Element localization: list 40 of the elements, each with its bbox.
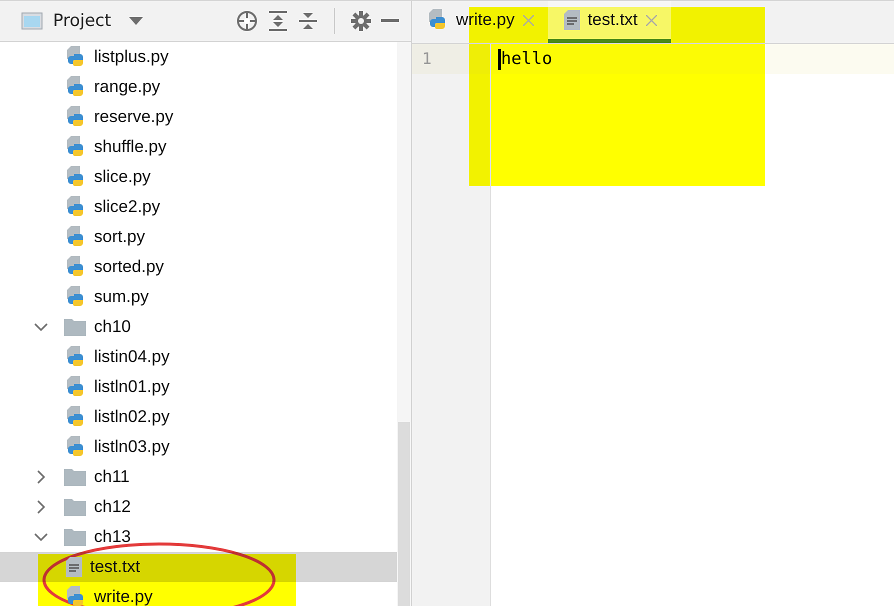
tree-item-label: write.py <box>94 587 153 606</box>
panel-title[interactable]: Project <box>53 11 112 31</box>
tree-item-label: slice2.py <box>94 197 160 217</box>
tree-item-label: test.txt <box>90 557 140 577</box>
tree-item-label: listin04.py <box>94 347 170 367</box>
tree-item[interactable]: reserve.py <box>0 102 397 132</box>
tree-item[interactable]: ch10 <box>0 312 397 342</box>
tree-item[interactable]: shuffle.py <box>0 132 397 162</box>
tree-item-label: shuffle.py <box>94 137 166 157</box>
tree-item-label: listln02.py <box>94 407 170 427</box>
tree-item[interactable]: listln03.py <box>0 432 397 462</box>
tree-item-label: ch12 <box>94 497 131 517</box>
tree-item[interactable]: listplus.py <box>0 42 397 72</box>
tree-item-label: listln03.py <box>94 437 170 457</box>
tree-item-label: reserve.py <box>94 107 174 127</box>
tree-item-label: listln01.py <box>94 377 170 397</box>
tree-item[interactable]: ch12 <box>0 492 397 522</box>
tree-item[interactable]: ch11 <box>0 462 397 492</box>
tree-item[interactable]: listln01.py <box>0 372 397 402</box>
tree-item[interactable]: listin04.py <box>0 342 397 372</box>
tree-item[interactable]: sum.py <box>0 282 397 312</box>
tree-item[interactable]: range.py <box>0 72 397 102</box>
tree-item[interactable]: ch13 <box>0 522 397 552</box>
tree-item[interactable]: listln02.py <box>0 402 397 432</box>
code-line: hello <box>501 49 552 69</box>
tree-item-label: listplus.py <box>94 47 169 67</box>
tree-item-label: ch10 <box>94 317 131 337</box>
line-number: 1 <box>412 44 490 74</box>
tree-item[interactable]: test.txt <box>0 552 397 582</box>
tree-item[interactable]: sorted.py <box>0 252 397 282</box>
tree-item-label: ch13 <box>94 527 131 547</box>
tree-item[interactable]: slice.py <box>0 162 397 192</box>
tree-item-label: sorted.py <box>94 257 164 277</box>
tree-item-label: range.py <box>94 77 160 97</box>
tree-item[interactable]: slice2.py <box>0 192 397 222</box>
tree-item[interactable]: sort.py <box>0 222 397 252</box>
tree-item-label: sort.py <box>94 227 146 247</box>
tree-item-label: slice.py <box>94 167 151 187</box>
tree-item-label: sum.py <box>94 287 149 307</box>
tree-item-label: ch11 <box>94 467 130 487</box>
